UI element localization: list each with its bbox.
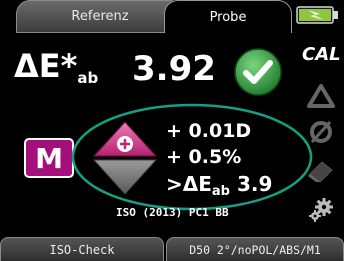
delta-e-label: ΔE*ab [14,50,98,86]
delta-e-prediction: >ΔEab 3.9 [166,174,272,198]
settings-gear-icon[interactable] [306,196,336,224]
tab-probe[interactable]: Probe [164,0,292,33]
tab-referenz-label: Referenz [71,9,129,24]
mode-m-button[interactable]: M [24,138,74,178]
measurement-settings-label: D50 2°/noPOL/ABS/M1 [189,242,321,257]
calibration-icon[interactable]: CAL [300,42,342,64]
delta-e-symbol: ΔE* [14,47,78,85]
tab-probe-label: Probe [209,9,247,25]
iso-check-button[interactable]: ISO-Check [0,237,164,261]
triangle-icon[interactable] [306,82,336,110]
cal-icon-text: CAL [302,44,341,64]
percent-correction: + 0.5% [166,146,242,168]
delta-e-value: 3.92 [132,49,216,89]
delta-e-prediction-prefix: >ΔE [166,172,212,196]
delta-e-prediction-sub: ab [211,184,230,199]
battery-icon [296,6,338,24]
eraser-icon[interactable] [306,156,336,184]
checkmark-ok-icon [234,48,282,96]
delta-e-subscript: ab [77,69,99,87]
density-correction: + 0.01D [166,120,252,142]
delta-e-prediction-value: 3.9 [229,172,273,196]
tab-referenz[interactable]: Referenz [16,0,184,33]
standard-label: ISO (2013) PC1 BB [116,206,229,219]
density-icon[interactable] [306,118,336,146]
measurement-settings-button[interactable]: D50 2°/noPOL/ABS/M1 [166,237,344,261]
iso-check-label: ISO-Check [49,242,115,257]
mode-m-label: M [35,141,63,175]
